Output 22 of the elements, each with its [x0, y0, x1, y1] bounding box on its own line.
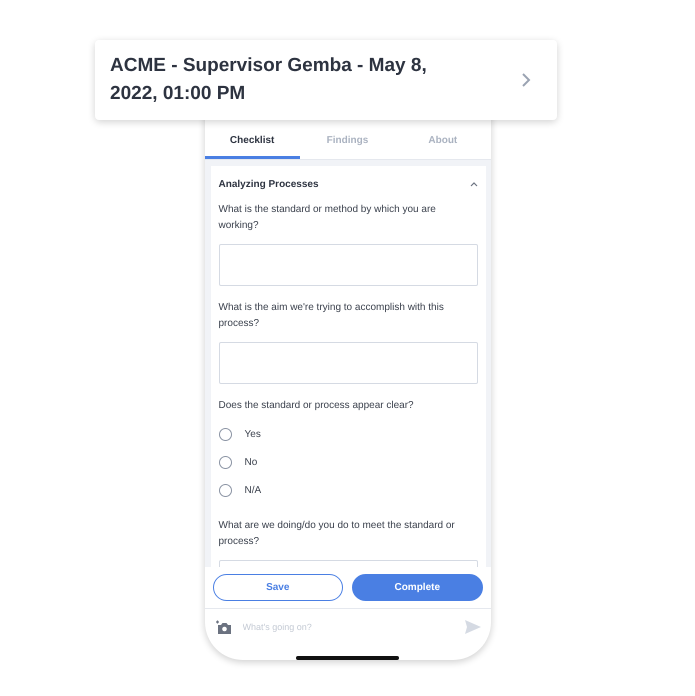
inspection-title: ACME - Supervisor Gemba - May 8, 2022, 01:00 PM [110, 54, 428, 106]
radio-button[interactable] [218, 428, 232, 441]
header-card[interactable]: ACME - Supervisor Gemba - May 8, 2022, 01:00 PM [95, 40, 557, 120]
section-title: Analyzing Processes [218, 178, 319, 190]
question-text: What are we doing/do you do to meet the standard or process? [218, 519, 456, 550]
radio-button[interactable] [218, 484, 232, 497]
question-text: Does the standard or process appear clear? [218, 399, 415, 414]
option-label: No [244, 456, 258, 468]
chevron-right-icon [521, 72, 531, 88]
save-button[interactable]: Save [212, 574, 343, 602]
answer-field[interactable] [218, 244, 478, 286]
complete-button[interactable]: Complete [352, 574, 482, 602]
question-text: What is the aim we're trying to accomplish with this process? [218, 301, 445, 332]
option-label: N/A [244, 484, 262, 496]
question-text: What is the standard or method by which you are working? [218, 203, 437, 234]
tab[interactable]: Findings [300, 135, 396, 160]
radio-button[interactable] [218, 456, 232, 469]
collapse-caret-icon[interactable] [470, 182, 478, 187]
answer-field[interactable] [218, 342, 478, 384]
tab[interactable]: About [395, 135, 490, 160]
option-label: Yes [244, 428, 261, 440]
add-photo-icon[interactable] [214, 619, 232, 634]
